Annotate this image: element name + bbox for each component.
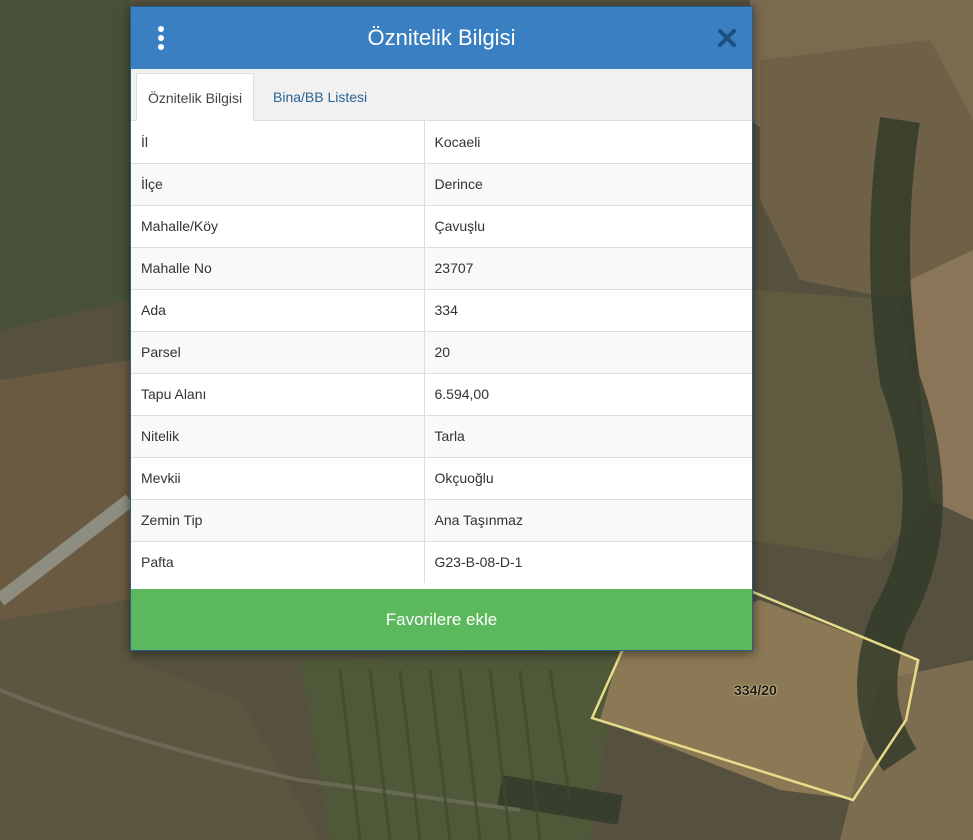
attribute-key: Pafta bbox=[131, 540, 425, 583]
attribute-value: 20 bbox=[424, 330, 752, 373]
table-row: Mahalle No 23707 bbox=[131, 246, 752, 289]
attribute-key: İlçe bbox=[131, 162, 425, 205]
attribute-value: Çavuşlu bbox=[424, 204, 752, 247]
table-row: Nitelik Tarla bbox=[131, 414, 752, 457]
table-row: Pafta G23-B-08-D-1 bbox=[131, 540, 752, 583]
dialog-header: Öznitelik Bilgisi bbox=[131, 7, 752, 69]
table-row: Tapu Alanı 6.594,00 bbox=[131, 372, 752, 415]
attribute-table: İl Kocaeli İlçe Derince Mahalle/Köy Çavuşlu Ma… bbox=[131, 121, 752, 583]
attribute-key: İl bbox=[131, 121, 425, 163]
attribute-value: 6.594,00 bbox=[424, 372, 752, 415]
parcel-label: 334/20 bbox=[734, 682, 777, 698]
table-row: İlçe Derince bbox=[131, 162, 752, 205]
tab-attribute-info[interactable]: Öznitelik Bilgisi bbox=[136, 73, 255, 121]
attribute-value: Tarla bbox=[424, 414, 752, 457]
table-row: Parsel 20 bbox=[131, 330, 752, 373]
attribute-key: Ada bbox=[131, 288, 425, 331]
dialog-title: Öznitelik Bilgisi bbox=[367, 25, 516, 50]
attribute-dialog: Öznitelik Bilgisi Öznitelik Bilgisi Bina… bbox=[130, 6, 753, 651]
attribute-value: Ana Taşınmaz bbox=[424, 498, 752, 541]
tab-bar: Öznitelik Bilgisi Bina/BB Listesi bbox=[131, 69, 752, 121]
attribute-value: G23-B-08-D-1 bbox=[424, 540, 752, 583]
attribute-key: Nitelik bbox=[131, 414, 425, 457]
table-row: İl Kocaeli bbox=[131, 121, 752, 163]
attribute-key: Zemin Tip bbox=[131, 498, 425, 541]
tab-building-list[interactable]: Bina/BB Listesi bbox=[262, 73, 378, 121]
attribute-value: Derince bbox=[424, 162, 752, 205]
attribute-value: 334 bbox=[424, 288, 752, 331]
attribute-value: Okçuoğlu bbox=[424, 456, 752, 499]
attribute-key: Mevkii bbox=[131, 456, 425, 499]
attribute-key: Mahalle/Köy bbox=[131, 204, 425, 247]
table-row: Mevkii Okçuoğlu bbox=[131, 456, 752, 499]
table-row: Ada 334 bbox=[131, 288, 752, 331]
table-row: Zemin Tip Ana Taşınmaz bbox=[131, 498, 752, 541]
table-row: Mahalle/Köy Çavuşlu bbox=[131, 204, 752, 247]
add-to-favorites-button[interactable]: Favorilere ekle bbox=[131, 589, 752, 650]
attribute-value: Kocaeli bbox=[434, 133, 481, 150]
attribute-value: 23707 bbox=[424, 246, 752, 289]
close-icon[interactable] bbox=[714, 25, 740, 51]
attribute-key: Mahalle No bbox=[131, 246, 425, 289]
attribute-key: Parsel bbox=[131, 330, 425, 373]
attribute-key: Tapu Alanı bbox=[131, 372, 425, 415]
